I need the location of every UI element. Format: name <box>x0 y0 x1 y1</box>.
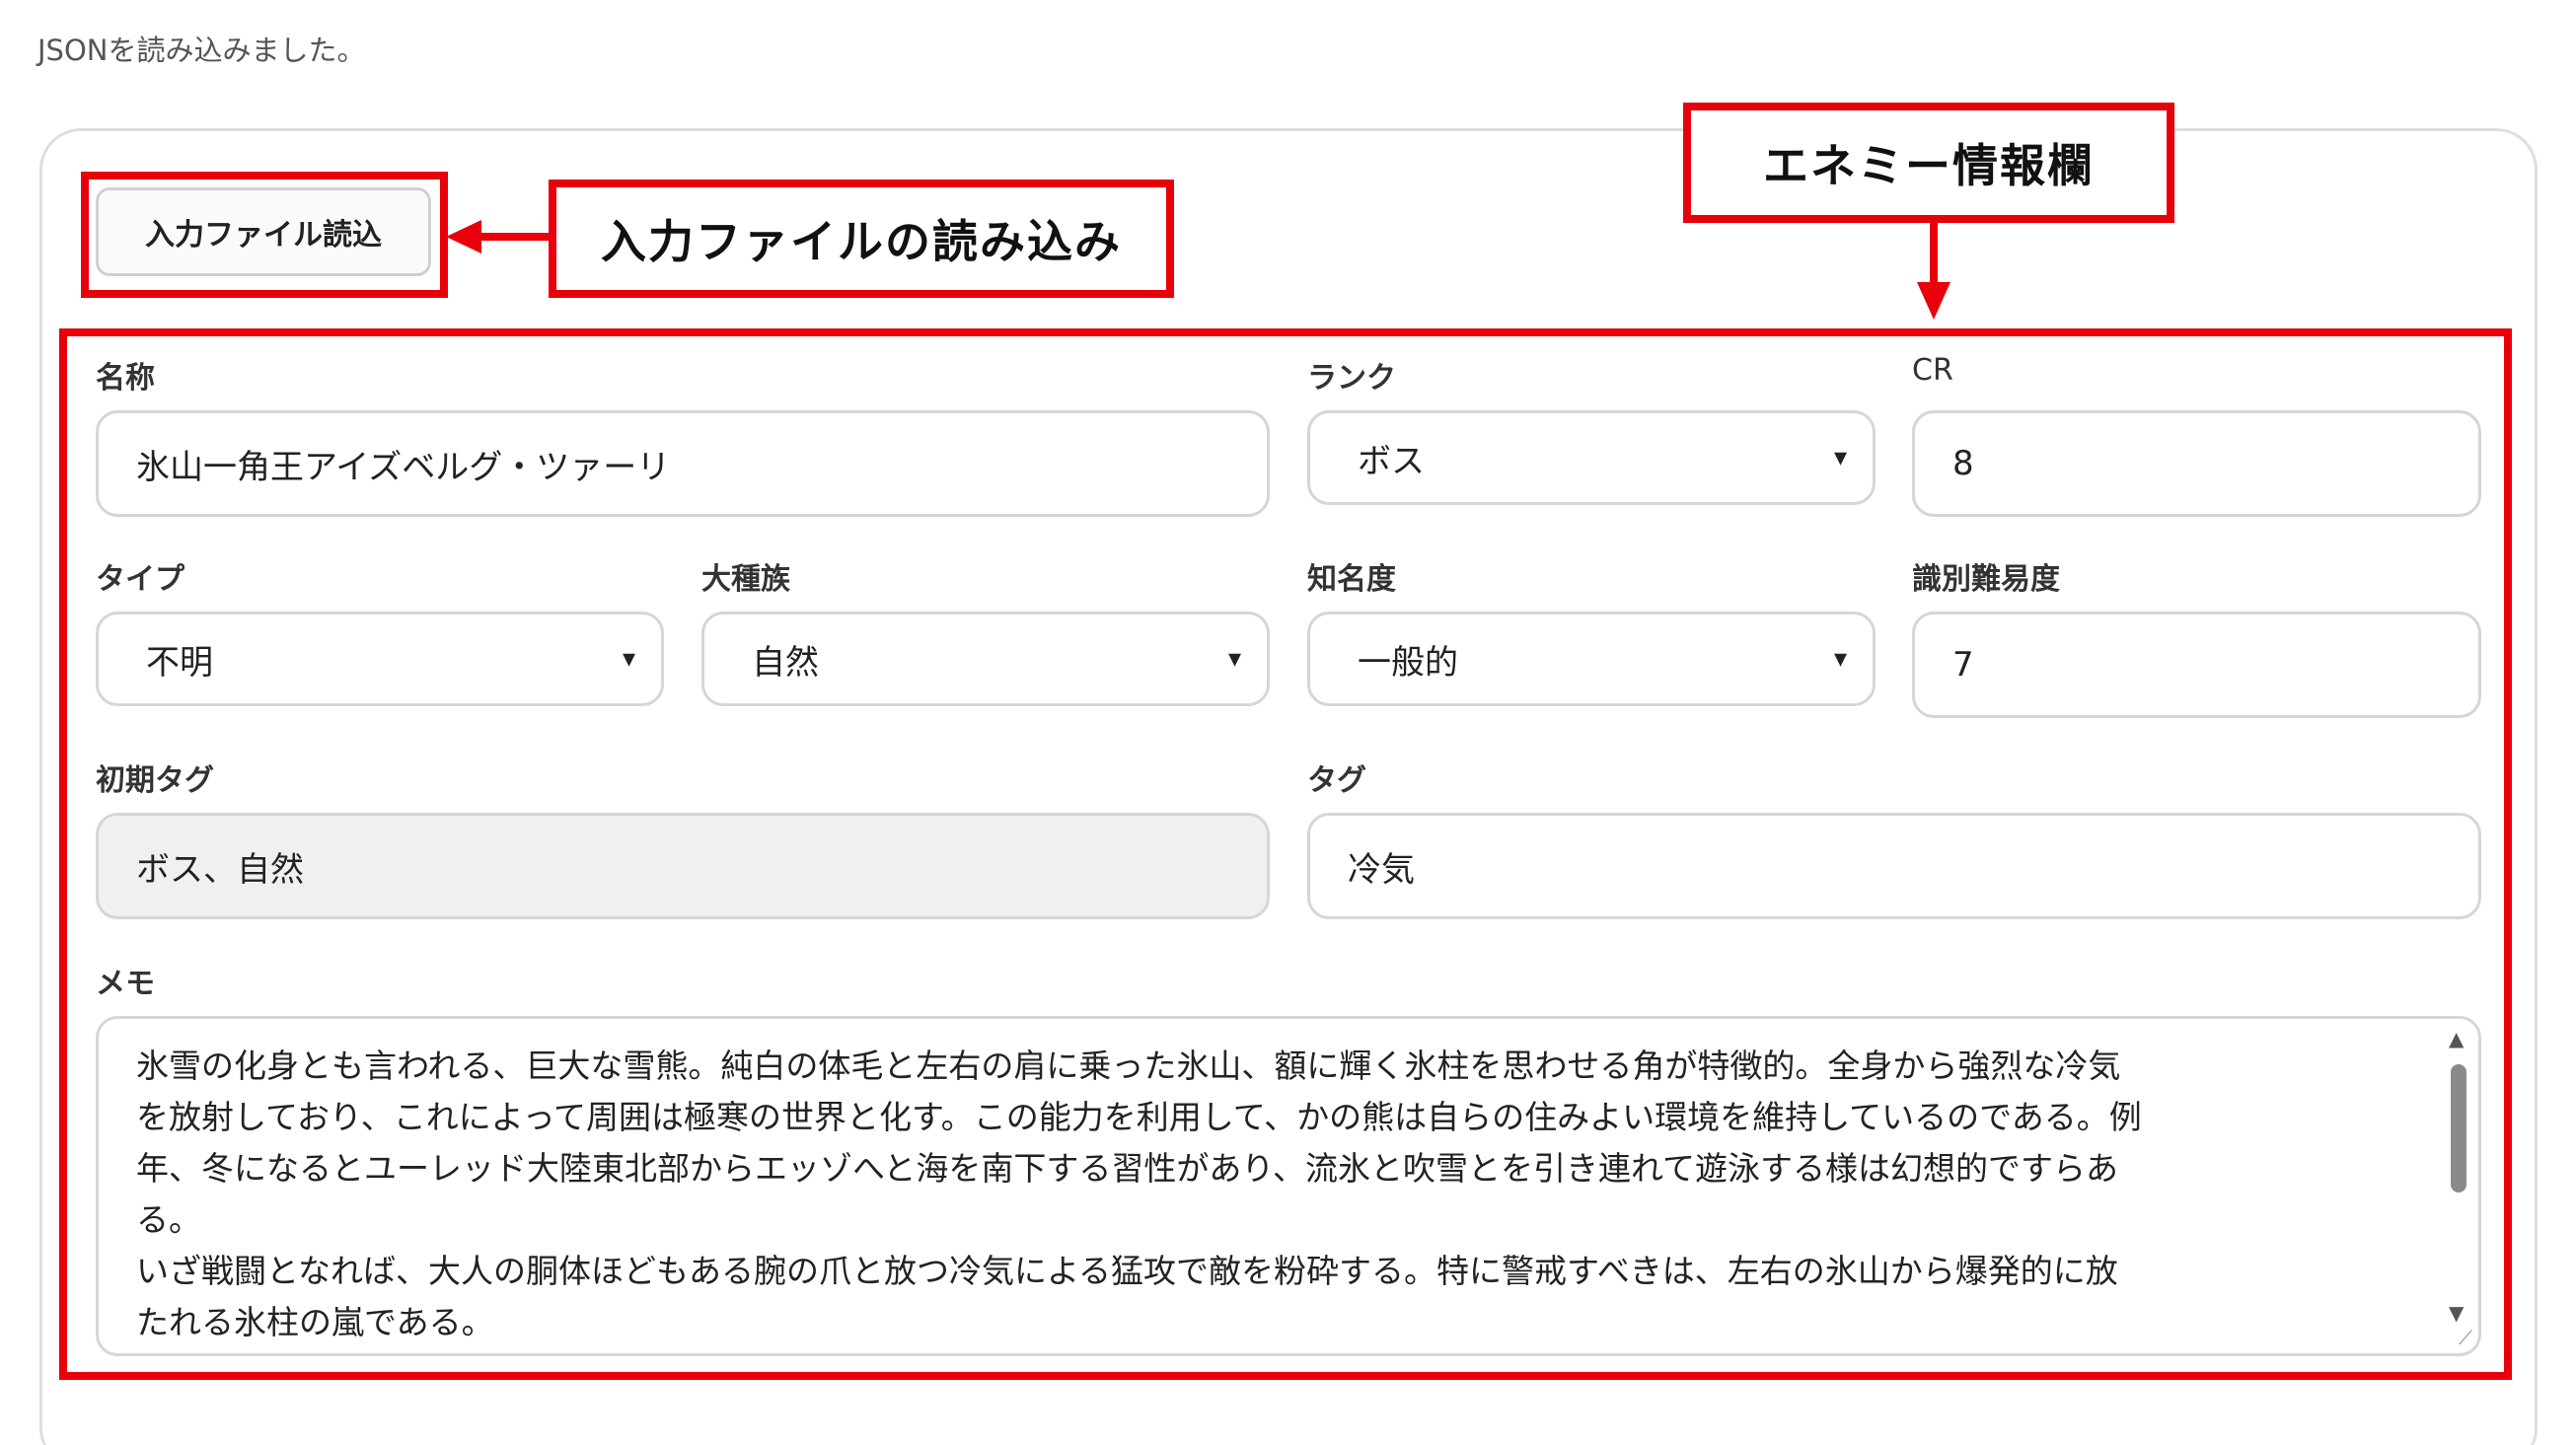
chevron-down-icon: ▾ <box>1833 443 1847 472</box>
id-difficulty-value: 7 <box>1952 645 1974 685</box>
load-arrow <box>446 220 552 253</box>
rank-select[interactable]: ボス ▾ <box>1307 410 1876 505</box>
chevron-down-icon: ▾ <box>1227 644 1241 674</box>
initial-tags-label: 初期タグ <box>96 763 214 798</box>
type-select[interactable]: 不明 ▾ <box>96 612 664 706</box>
fame-value: 一般的 <box>1358 642 1458 683</box>
race-select[interactable]: 自然 ▾ <box>701 612 1270 706</box>
id-difficulty-input[interactable]: 7 <box>1912 612 2481 718</box>
name-label: 名称 <box>96 361 155 396</box>
tags-value: 冷気 <box>1348 849 1415 890</box>
fame-label: 知名度 <box>1307 562 1396 597</box>
name-input[interactable]: 氷山一角王アイズベルグ・ツァーリ <box>96 410 1270 517</box>
race-value: 自然 <box>752 642 819 683</box>
memo-label: メモ <box>96 967 155 1001</box>
rank-label: ランク <box>1307 361 1396 396</box>
id-difficulty-label: 識別難易度 <box>1912 562 2060 597</box>
callout-enemy-info: エネミー情報欄 <box>1683 103 2174 223</box>
tags-label: タグ <box>1307 763 1366 798</box>
initial-tags-field: ボス、自然 <box>96 813 1270 919</box>
cr-label: CR <box>1912 353 1953 388</box>
fame-select[interactable]: 一般的 ▾ <box>1307 612 1876 706</box>
initial-tags-value: ボス、自然 <box>136 849 304 890</box>
type-label: タイプ <box>96 562 184 597</box>
scroll-down-icon[interactable]: ▼ <box>2449 1301 2464 1325</box>
status-message: JSONを読み込みました。 <box>37 34 366 67</box>
memo-textarea[interactable]: 氷雪の化身とも言われる、巨大な雪熊。純白の体毛と左右の肩に乗った氷山、額に輝く氷… <box>96 1016 2481 1356</box>
chevron-down-icon: ▾ <box>622 644 635 674</box>
chevron-down-icon: ▾ <box>1833 644 1847 674</box>
cr-input[interactable]: 8 <box>1912 410 2481 517</box>
load-input-file-button[interactable]: 入力ファイル読込 <box>96 187 431 276</box>
resize-grip-icon[interactable]: ⟋ <box>2459 1326 2472 1349</box>
tags-input[interactable]: 冷気 <box>1307 813 2481 919</box>
memo-text: 氷雪の化身とも言われる、巨大な雪熊。純白の体毛と左右の肩に乗った氷山、額に輝く氷… <box>136 1047 2142 1341</box>
scroll-thumb[interactable] <box>2451 1064 2466 1192</box>
rank-value: ボス <box>1358 441 1425 481</box>
cr-value: 8 <box>1952 444 1974 483</box>
type-value: 不明 <box>146 642 213 683</box>
callout-load-file: 入力ファイルの読み込み <box>549 180 1174 298</box>
name-value: 氷山一角王アイズベルグ・ツァーリ <box>136 447 671 487</box>
scroll-up-icon[interactable]: ▲ <box>2449 1027 2464 1050</box>
memo-scrollbar[interactable]: ▲ ▼ <box>2445 1027 2472 1344</box>
race-label: 大種族 <box>701 562 790 597</box>
enemy-info-arrow <box>1917 223 1950 320</box>
